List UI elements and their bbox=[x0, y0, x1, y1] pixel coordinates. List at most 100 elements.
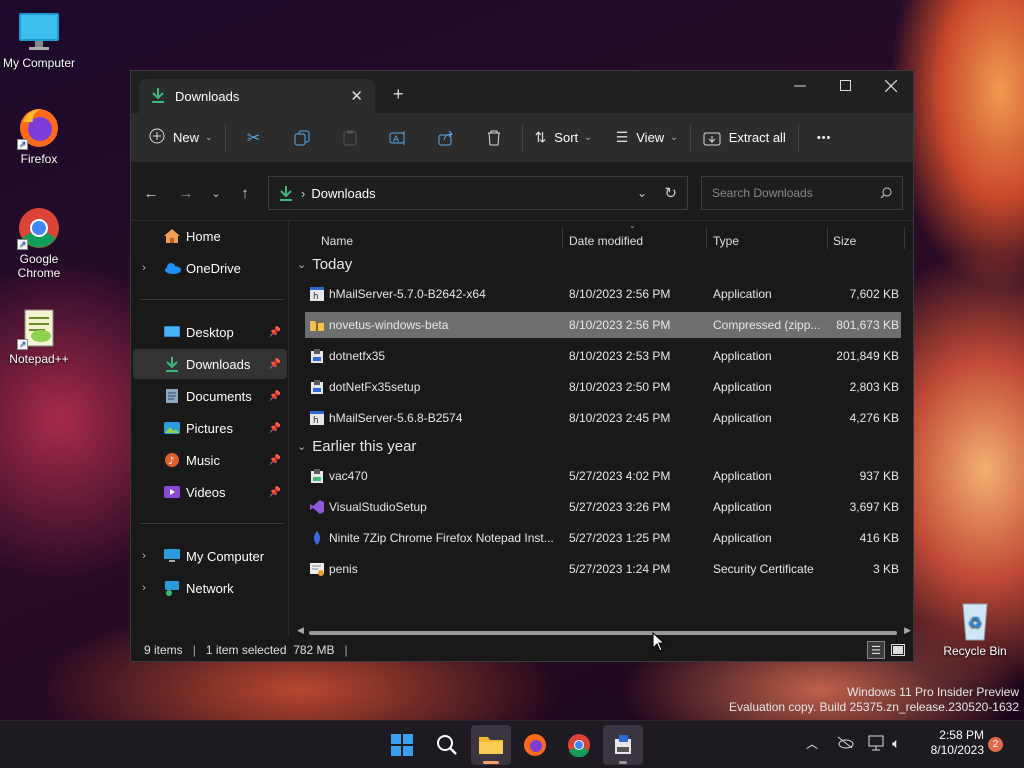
desktop-icon-label: Notepad++ bbox=[9, 352, 69, 366]
sidebar-item-onedrive[interactable]: › OneDrive bbox=[133, 253, 287, 283]
recent-locations-button[interactable]: ⌄ bbox=[204, 181, 228, 205]
desktop-icon-my-computer[interactable]: My Computer bbox=[1, 10, 77, 70]
cloud-icon bbox=[163, 260, 181, 276]
sidebar-item-documents[interactable]: Documents 📌 bbox=[133, 381, 287, 411]
file-list: Name Date modified ⌄ Type Size ⌄ Today h… bbox=[291, 221, 913, 636]
sidebar-item-home[interactable]: Home bbox=[133, 221, 287, 251]
file-row[interactable]: Ninite 7Zip Chrome Firefox Notepad Inst.… bbox=[305, 525, 901, 551]
delete-button[interactable] bbox=[470, 122, 518, 154]
start-button[interactable] bbox=[382, 725, 422, 765]
sidebar-item-label: Videos bbox=[186, 484, 226, 500]
file-name: Ninite 7Zip Chrome Firefox Notepad Inst.… bbox=[329, 531, 554, 545]
refresh-icon[interactable]: ↻ bbox=[664, 184, 677, 202]
close-window-button[interactable] bbox=[868, 71, 914, 101]
view-button[interactable]: ☰ View ⌄ bbox=[608, 122, 686, 154]
column-divider[interactable] bbox=[562, 227, 563, 249]
file-row-selected[interactable]: novetus-windows-beta 8/10/2023 2:56 PM C… bbox=[305, 312, 901, 338]
installer-icon bbox=[311, 469, 323, 483]
clipboard-icon bbox=[343, 130, 357, 145]
file-row[interactable]: vac470 5/27/2023 4:02 PM Application 937… bbox=[305, 463, 901, 489]
scrollbar-thumb[interactable] bbox=[309, 631, 897, 635]
clock[interactable]: 2:58 PM 8/10/2023 bbox=[918, 728, 984, 758]
sidebar-item-downloads[interactable]: Downloads 📌 bbox=[133, 349, 287, 379]
file-type: Application bbox=[713, 287, 772, 301]
search-button[interactable] bbox=[427, 725, 467, 765]
share-button[interactable] bbox=[422, 122, 470, 154]
desktop-icon-recycle-bin[interactable]: ♻ Recycle Bin bbox=[937, 598, 1013, 658]
group-header-earlier[interactable]: ⌄ Earlier this year bbox=[297, 433, 416, 459]
sidebar-item-videos[interactable]: Videos 📌 bbox=[133, 477, 287, 507]
notification-badge[interactable]: 2 bbox=[988, 737, 1003, 752]
title-bar[interactable]: Downloads ✕ + bbox=[131, 71, 913, 113]
network-tray-icon[interactable] bbox=[868, 735, 886, 754]
expand-chevron-icon[interactable]: › bbox=[133, 550, 155, 562]
address-bar[interactable]: › Downloads ⌄ ↻ bbox=[268, 176, 688, 210]
file-row[interactable]: penis 5/27/2023 1:24 PM Security Certifi… bbox=[305, 556, 901, 582]
rename-button[interactable]: A bbox=[374, 122, 422, 154]
column-divider[interactable] bbox=[706, 227, 707, 249]
details-view-button[interactable]: ☰ bbox=[867, 641, 885, 659]
taskbar-installer-app[interactable] bbox=[603, 725, 643, 765]
scroll-right-icon[interactable]: ▶ bbox=[904, 625, 911, 636]
column-header-date[interactable]: Date modified bbox=[569, 227, 643, 255]
taskbar-firefox[interactable] bbox=[515, 725, 555, 765]
cut-button[interactable]: ✂ bbox=[230, 122, 278, 154]
sidebar-item-pictures[interactable]: Pictures 📌 bbox=[133, 413, 287, 443]
column-header-size[interactable]: Size bbox=[833, 227, 856, 255]
taskbar-file-explorer[interactable] bbox=[471, 725, 511, 765]
file-size: 3 KB bbox=[872, 562, 899, 576]
new-tab-button[interactable]: + bbox=[393, 85, 404, 103]
mouse-cursor-icon bbox=[652, 632, 666, 652]
copy-button[interactable] bbox=[278, 122, 326, 154]
column-header-type[interactable]: Type bbox=[713, 227, 739, 255]
copy-icon bbox=[294, 130, 310, 145]
sidebar-item-desktop[interactable]: Desktop 📌 bbox=[133, 317, 287, 347]
expand-chevron-icon[interactable]: › bbox=[133, 262, 155, 274]
sort-button[interactable]: ⇅ Sort ⌄ bbox=[527, 122, 600, 154]
sidebar-item-network[interactable]: › Network bbox=[133, 573, 287, 603]
file-row[interactable]: dotNetFx35setup 8/10/2023 2:50 PM Applic… bbox=[305, 374, 901, 400]
shortcut-arrow-icon: ↗ bbox=[17, 339, 28, 350]
list-view-icon: ☰ bbox=[615, 129, 629, 145]
extract-all-button[interactable]: Extract all bbox=[695, 122, 794, 154]
document-icon bbox=[163, 388, 181, 404]
taskbar-chrome[interactable] bbox=[559, 725, 599, 765]
file-row[interactable]: h hMailServer-5.6.8-B2574 8/10/2023 2:45… bbox=[305, 405, 901, 431]
new-button[interactable]: New ⌄ bbox=[141, 122, 221, 154]
desktop-icon-chrome[interactable]: ↗ Google Chrome bbox=[1, 206, 77, 280]
tab-downloads[interactable]: Downloads ✕ bbox=[139, 79, 375, 113]
watermark: Windows 11 Pro Insider Preview Evaluatio… bbox=[729, 685, 1019, 715]
scroll-left-icon[interactable]: ◀ bbox=[297, 625, 304, 636]
installer-icon bbox=[311, 380, 323, 394]
maximize-button[interactable] bbox=[823, 71, 869, 101]
file-row[interactable]: h hMailServer-5.7.0-B2642-x64 8/10/2023 … bbox=[305, 281, 901, 307]
tiles-view-button[interactable] bbox=[889, 641, 907, 659]
up-button[interactable]: ↑ bbox=[233, 181, 257, 205]
column-divider[interactable] bbox=[827, 227, 828, 249]
pin-icon: 📌 bbox=[268, 326, 281, 338]
paste-button[interactable] bbox=[326, 122, 374, 154]
search-placeholder: Search Downloads bbox=[712, 186, 813, 200]
column-divider[interactable] bbox=[904, 227, 905, 249]
forward-button[interactable]: → bbox=[174, 181, 198, 205]
search-input[interactable]: Search Downloads bbox=[701, 176, 903, 210]
file-size: 4,276 KB bbox=[849, 411, 899, 425]
desktop-icon-firefox[interactable]: ↗ Firefox bbox=[1, 106, 77, 166]
close-tab-icon[interactable]: ✕ bbox=[350, 87, 363, 105]
group-header-today[interactable]: ⌄ Today bbox=[297, 251, 352, 277]
horizontal-scrollbar[interactable]: ◀ ▶ bbox=[297, 625, 911, 638]
more-options-button[interactable]: ••• bbox=[809, 122, 840, 154]
expand-chevron-icon[interactable]: › bbox=[133, 582, 155, 594]
file-row[interactable]: VisualStudioSetup 5/27/2023 3:26 PM Appl… bbox=[305, 494, 901, 520]
breadcrumb-downloads[interactable]: Downloads bbox=[311, 186, 375, 201]
address-dropdown-icon[interactable]: ⌄ bbox=[637, 186, 647, 200]
show-hidden-icons-button[interactable]: ︿ bbox=[806, 735, 818, 752]
sidebar-item-music[interactable]: ♪ Music 📌 bbox=[133, 445, 287, 475]
onedrive-tray-icon[interactable] bbox=[836, 735, 854, 752]
volume-tray-icon[interactable]: 🔈︎ bbox=[892, 735, 900, 752]
desktop-icon-notepad-plus-plus[interactable]: ↗ Notepad++ bbox=[1, 306, 77, 366]
sidebar-item-my-computer[interactable]: › My Computer bbox=[133, 541, 287, 571]
back-button[interactable]: ← bbox=[139, 181, 163, 205]
minimize-button[interactable] bbox=[777, 71, 823, 101]
file-row[interactable]: dotnetfx35 8/10/2023 2:53 PM Application… bbox=[305, 343, 901, 369]
